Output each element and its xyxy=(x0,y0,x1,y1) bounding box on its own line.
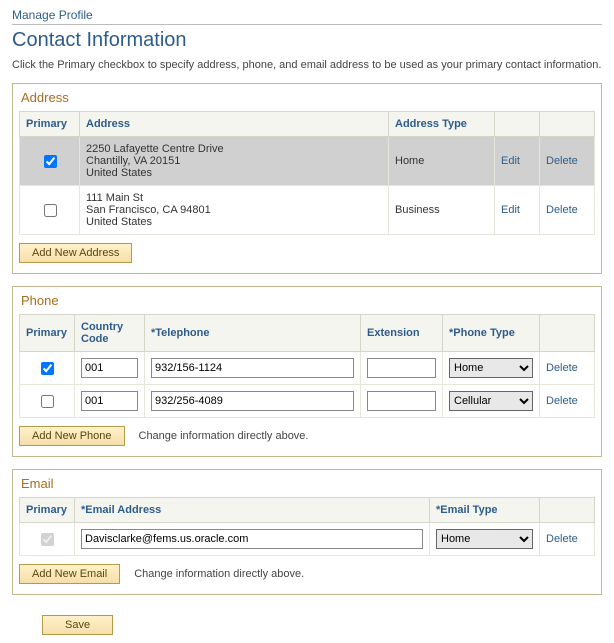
col-blank xyxy=(540,315,595,352)
col-blank xyxy=(540,498,595,523)
delete-link[interactable]: Delete xyxy=(546,155,578,167)
email-address-input[interactable] xyxy=(81,529,423,549)
col-telephone: *Telephone xyxy=(145,315,361,352)
telephone-input[interactable] xyxy=(151,391,354,411)
telephone-input[interactable] xyxy=(151,358,354,378)
extension-input[interactable] xyxy=(367,358,436,378)
edit-link[interactable]: Edit xyxy=(501,155,520,167)
page-title: Contact Information xyxy=(12,29,602,52)
col-primary: Primary xyxy=(20,498,75,523)
primary-checkbox[interactable] xyxy=(41,533,54,546)
email-note: Change information directly above. xyxy=(134,568,304,580)
delete-link[interactable]: Delete xyxy=(546,204,578,216)
col-email-address: *Email Address xyxy=(75,498,430,523)
phone-section: Phone Primary Country Code *Telephone Ex… xyxy=(12,286,602,457)
table-row: 2250 Lafayette Centre Drive Chantilly, V… xyxy=(20,137,595,186)
phone-note: Change information directly above. xyxy=(139,430,309,442)
country-code-input[interactable] xyxy=(81,358,138,378)
primary-checkbox[interactable] xyxy=(41,395,54,408)
col-country-code: Country Code xyxy=(75,315,145,352)
primary-checkbox[interactable] xyxy=(44,155,57,168)
col-address-type: Address Type xyxy=(389,112,495,137)
email-heading: Email xyxy=(19,474,595,497)
table-row: Home Delete xyxy=(20,352,595,385)
delete-link[interactable]: Delete xyxy=(546,533,578,545)
add-new-phone-button[interactable]: Add New Phone xyxy=(19,426,125,446)
col-extension: Extension xyxy=(361,315,443,352)
email-table: Primary *Email Address *Email Type Home … xyxy=(19,497,595,556)
intro-text: Click the Primary checkbox to specify ad… xyxy=(12,58,602,73)
address-type-cell: Business xyxy=(389,186,495,235)
manage-profile-link[interactable]: Manage Profile xyxy=(12,8,602,25)
address-table: Primary Address Address Type 2250 Lafaye… xyxy=(19,111,595,235)
edit-link[interactable]: Edit xyxy=(501,204,520,216)
address-cell: 111 Main St San Francisco, CA 94801 Unit… xyxy=(80,186,389,235)
col-phone-type: *Phone Type xyxy=(443,315,540,352)
phone-table: Primary Country Code *Telephone Extensio… xyxy=(19,314,595,418)
col-primary: Primary xyxy=(20,315,75,352)
delete-link[interactable]: Delete xyxy=(546,362,578,374)
col-blank xyxy=(540,112,595,137)
col-primary: Primary xyxy=(20,112,80,137)
email-section: Email Primary *Email Address *Email Type… xyxy=(12,469,602,595)
table-row: 111 Main St San Francisco, CA 94801 Unit… xyxy=(20,186,595,235)
table-row: Home Delete xyxy=(20,523,595,556)
address-section: Address Primary Address Address Type 225… xyxy=(12,83,602,274)
col-blank xyxy=(495,112,540,137)
extension-input[interactable] xyxy=(367,391,436,411)
save-button[interactable]: Save xyxy=(42,615,113,635)
phone-type-select[interactable]: Home xyxy=(449,358,533,378)
primary-checkbox[interactable] xyxy=(41,362,54,375)
add-new-email-button[interactable]: Add New Email xyxy=(19,564,120,584)
country-code-input[interactable] xyxy=(81,391,138,411)
primary-checkbox[interactable] xyxy=(44,204,57,217)
add-new-address-button[interactable]: Add New Address xyxy=(19,243,132,263)
email-type-select[interactable]: Home xyxy=(436,529,533,549)
phone-heading: Phone xyxy=(19,291,595,314)
address-type-cell: Home xyxy=(389,137,495,186)
table-row: Cellular Delete xyxy=(20,385,595,418)
phone-type-select[interactable]: Cellular xyxy=(449,391,533,411)
col-address: Address xyxy=(80,112,389,137)
address-cell: 2250 Lafayette Centre Drive Chantilly, V… xyxy=(80,137,389,186)
address-heading: Address xyxy=(19,88,595,111)
col-email-type: *Email Type xyxy=(430,498,540,523)
delete-link[interactable]: Delete xyxy=(546,395,578,407)
